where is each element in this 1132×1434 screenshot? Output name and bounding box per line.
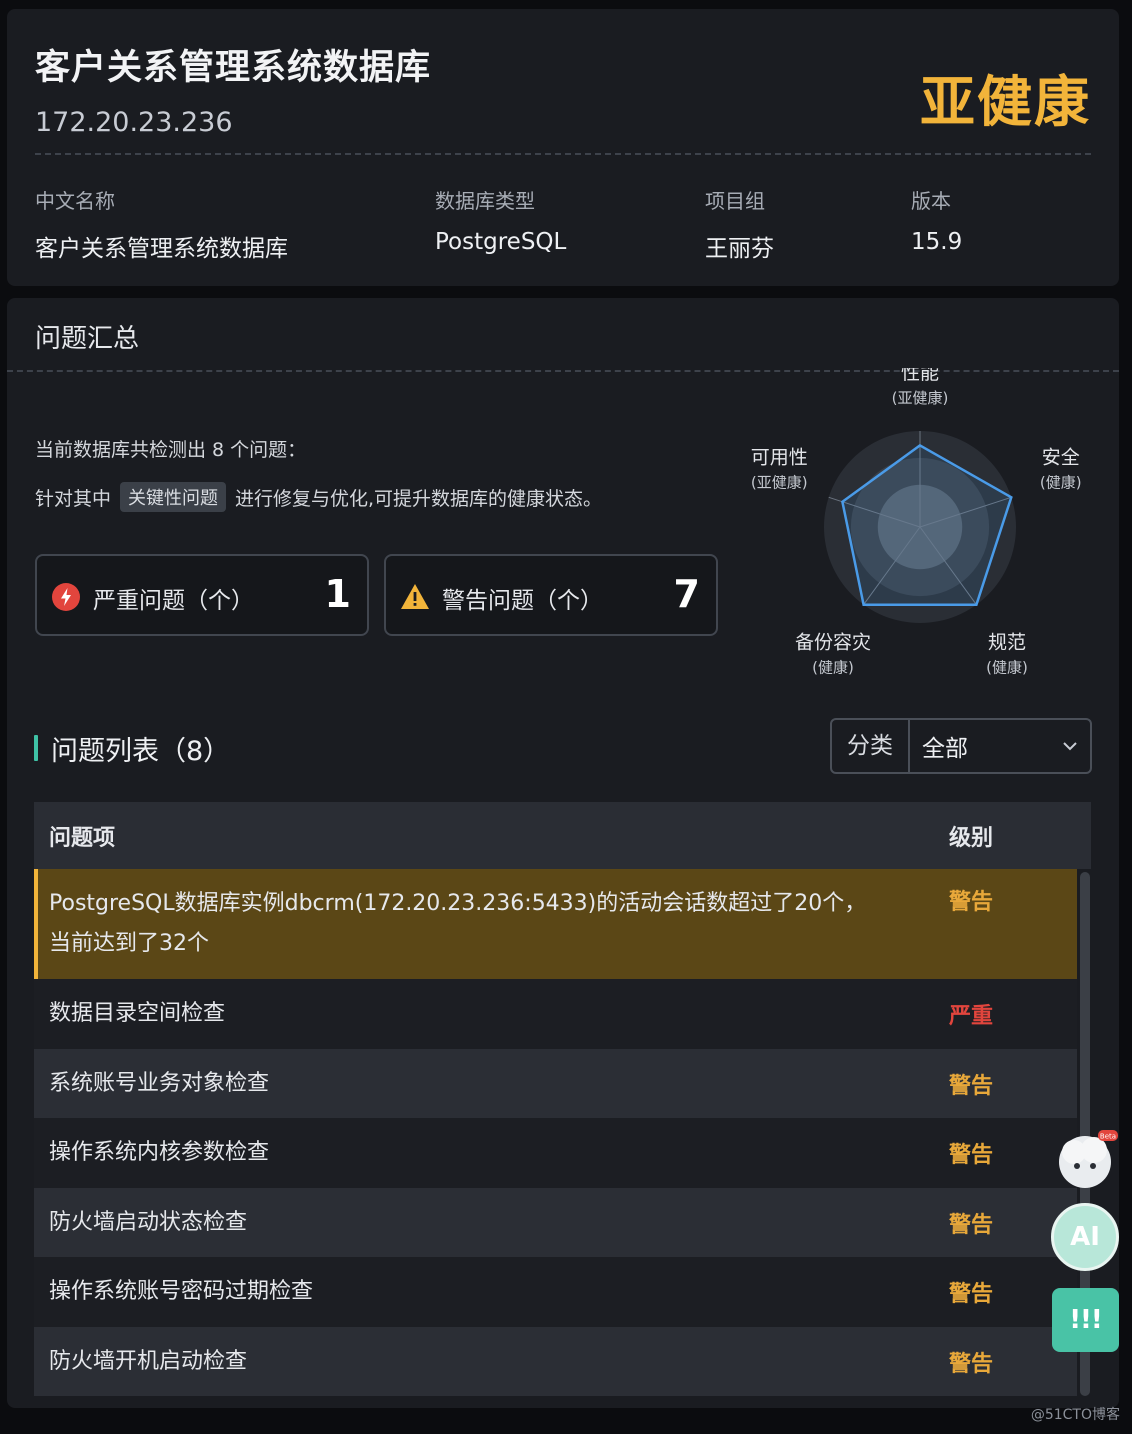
table-row[interactable]: PostgreSQL数据库实例dbcrm(172.20.23.236:5433)… <box>34 869 1077 979</box>
warning-triangle-icon <box>401 584 429 609</box>
info-label: 版本 <box>911 189 951 213</box>
table-row[interactable]: 数据目录空间检查 严重 <box>34 979 1077 1049</box>
issue-name: 防火墙启动状态检查 <box>49 1209 248 1235</box>
info-project-group: 项目组 王丽芬 <box>705 185 774 263</box>
critical-count: 1 <box>324 572 351 616</box>
list-title-accent <box>34 735 38 761</box>
radar-axis-status: (健康) <box>812 659 854 677</box>
warning-count: 7 <box>673 572 700 616</box>
assistant-mascot-icon[interactable]: Beta <box>1052 1126 1118 1196</box>
health-radar-chart: 性能 (亚健康) 安全 (健康) 规范 (健康) 备份容灾 (健康) 可用性 (亚健康) <box>751 368 1082 677</box>
info-value: PostgreSQL <box>435 229 567 255</box>
table-row[interactable]: 操作系统内核参数检查 警告 <box>34 1118 1077 1188</box>
radar-axis-status: (健康) <box>1040 473 1082 491</box>
critical-label: 严重问题（个） <box>93 588 254 614</box>
issue-name: 操作系统内核参数检查 <box>49 1140 270 1165</box>
issue-name: 操作系统账号密码过期检查 <box>49 1279 314 1304</box>
section-title: 问题汇总 <box>35 324 140 354</box>
info-value: 15.9 <box>911 229 963 255</box>
warning-label: 警告问题（个） <box>442 588 603 614</box>
issue-name: 防火墙开机启动检查 <box>49 1348 248 1374</box>
radar-axis-status: (健康) <box>986 659 1028 677</box>
issue-summary-card: 问题汇总 当前数据库共检测出 8 个问题： 针对其中 关键性问题 进行修复与优化… <box>7 298 1119 1408</box>
ai-assistant-button[interactable]: AI <box>1051 1203 1119 1271</box>
table-row[interactable]: 防火墙启动状态检查 警告 <box>34 1188 1077 1257</box>
key-issue-tag: 关键性问题 <box>120 482 227 512</box>
col-level: 级别 <box>949 825 994 851</box>
radar-axis-label: 安全 <box>1042 446 1080 468</box>
critical-alert-icon <box>52 583 80 611</box>
feedback-label: !!! <box>1069 1305 1103 1335</box>
issue-list-title: 问题列表（8） <box>51 736 231 767</box>
filter-selected-value: 全部 <box>922 736 968 762</box>
info-db-type: 数据库类型 PostgreSQL <box>435 185 566 255</box>
issue-count-text: 当前数据库共检测出 8 个问题： <box>35 439 307 461</box>
advice-suffix: 进行修复与优化,可提升数据库的健康状态。 <box>235 487 603 510</box>
database-title: 客户关系管理系统数据库 <box>35 48 432 88</box>
info-label: 数据库类型 <box>435 189 535 213</box>
issue-level: 警告 <box>949 890 994 915</box>
ai-label: AI <box>1070 1222 1100 1252</box>
col-issue-item: 问题项 <box>49 825 116 851</box>
issue-name-line1: PostgreSQL数据库实例dbcrm(172.20.23.236:5433)… <box>49 891 867 916</box>
feedback-button[interactable]: !!! <box>1052 1288 1119 1352</box>
divider <box>35 153 1091 155</box>
radar-axis-label: 备份容灾 <box>795 632 871 654</box>
table-header: 问题项 级别 <box>34 802 1091 869</box>
issue-name: 数据目录空间检查 <box>49 1001 226 1026</box>
issue-level: 警告 <box>949 1073 994 1099</box>
table-row[interactable]: 防火墙开机启动检查 警告 <box>34 1327 1077 1396</box>
issue-level: 严重 <box>949 1004 994 1029</box>
radar-axis-status: (亚健康) <box>892 389 949 407</box>
info-value: 王丽芬 <box>705 236 774 262</box>
filter-label: 分类 <box>832 720 910 772</box>
radar-axis-label: 可用性 <box>751 446 808 468</box>
critical-stat-box[interactable]: 严重问题（个） 1 <box>35 554 369 636</box>
database-header-card: 客户关系管理系统数据库 172.20.23.236 亚健康 中文名称 客户关系管… <box>7 9 1119 286</box>
issue-advice-text: 针对其中 关键性问题 进行修复与优化,可提升数据库的健康状态。 <box>35 482 602 512</box>
issue-name: PostgreSQL数据库实例dbcrm(172.20.23.236:5433)… <box>38 884 949 964</box>
category-filter-select[interactable]: 分类 全部 <box>830 718 1092 774</box>
info-label: 中文名称 <box>35 189 115 213</box>
info-version: 版本 15.9 <box>911 185 962 255</box>
chevron-down-icon <box>1050 720 1090 772</box>
database-ip: 172.20.23.236 <box>35 107 233 138</box>
radar-axis-label: 性能 <box>901 368 939 384</box>
radar-axis-label: 规范 <box>988 632 1026 654</box>
issue-name: 系统账号业务对象检查 <box>49 1070 270 1096</box>
info-label: 项目组 <box>705 189 765 213</box>
beta-badge: Beta <box>1100 1133 1116 1141</box>
info-value: 客户关系管理系统数据库 <box>35 236 288 262</box>
watermark: @51CTO博客 <box>1030 1407 1120 1423</box>
radar-axis-status: (亚健康) <box>751 473 808 491</box>
issue-name-line2: 当前达到了32个 <box>49 931 209 956</box>
advice-prefix: 针对其中 <box>35 487 112 510</box>
table-row[interactable]: 系统账号业务对象检查 警告 <box>34 1049 1077 1118</box>
issue-table: 问题项 级别 PostgreSQL数据库实例dbcrm(172.20.23.23… <box>34 802 1091 1396</box>
health-status: 亚健康 <box>919 70 1091 134</box>
table-row[interactable]: 操作系统账号密码过期检查 警告 <box>34 1257 1077 1327</box>
info-chinese-name: 中文名称 客户关系管理系统数据库 <box>35 185 288 263</box>
warning-stat-box[interactable]: 警告问题（个） 7 <box>384 554 718 636</box>
